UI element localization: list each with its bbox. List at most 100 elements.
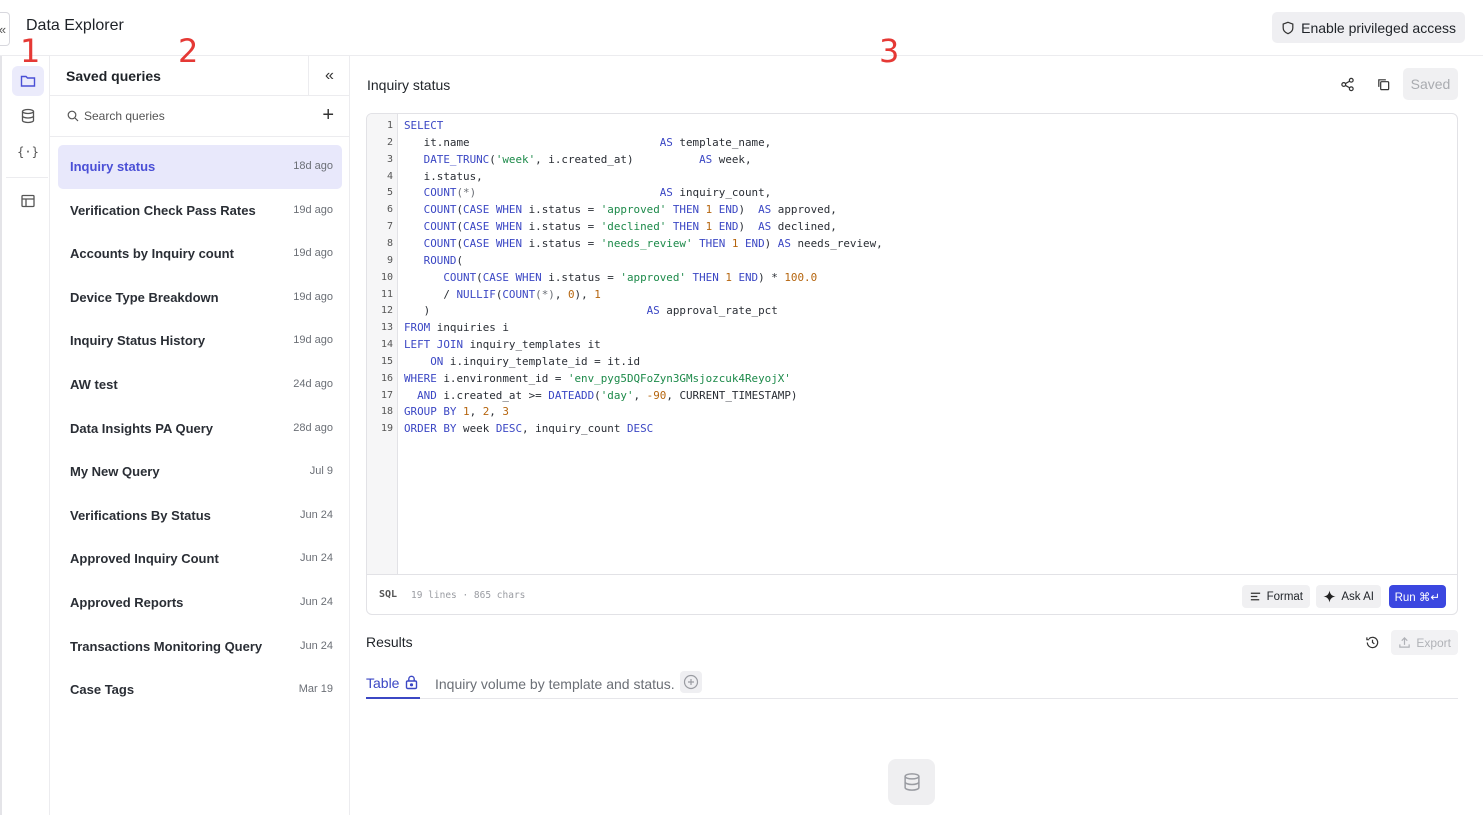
code-token: AS — [758, 203, 772, 217]
saved-query-item[interactable]: AW test 24d ago — [58, 363, 342, 407]
code-token: FROM — [404, 321, 431, 335]
collapse-panel-button[interactable]: « — [308, 56, 350, 96]
code-token: AS — [659, 186, 673, 200]
code-token: 'approved' — [600, 203, 667, 217]
export-button[interactable]: Export — [1391, 630, 1458, 655]
code-line: COUNT(CASE WHEN i.status = 'approved' TH… — [404, 271, 817, 284]
variables-nav-button[interactable]: {·} — [12, 137, 44, 167]
line-number: 9 — [386, 254, 393, 266]
saved-queries-nav-button[interactable] — [12, 66, 44, 96]
format-button[interactable]: Format — [1241, 585, 1310, 608]
code-token: AS — [699, 152, 713, 166]
code-token: ) — [738, 203, 759, 217]
saved-query-name: Approved Reports — [70, 594, 184, 610]
code-token: 'day' — [600, 388, 634, 402]
saved-query-item[interactable]: My New Query Jul 9 — [58, 450, 342, 494]
saved-query-name: Device Type Breakdown — [70, 289, 219, 305]
run-button[interactable]: Run ⌘↵ — [1388, 585, 1446, 608]
duplicate-button[interactable] — [1371, 72, 1395, 96]
share-button[interactable] — [1335, 72, 1359, 96]
privileged-access-label: Enable privileged access — [1301, 19, 1456, 36]
code-line: GROUP BY 1, 2, 3 — [404, 405, 509, 418]
code-line: it.name AS template_name, — [404, 135, 772, 149]
empty-results-placeholder — [888, 759, 935, 805]
line-number: 8 — [386, 237, 393, 249]
history-icon — [1365, 636, 1378, 648]
code-token: CASE WHEN — [482, 270, 542, 284]
saved-query-item[interactable]: Case Tags Mar 19 — [58, 668, 342, 712]
line-number: 11 — [380, 288, 393, 300]
code-token: 3 — [502, 405, 509, 419]
tab-table[interactable]: Table — [366, 668, 421, 699]
saved-button[interactable]: Saved — [1403, 68, 1458, 100]
line-number: 2 — [386, 136, 393, 148]
rail-divider — [6, 177, 48, 178]
code-token: inquiry_templates it — [463, 338, 601, 352]
search-input[interactable] — [84, 107, 304, 125]
code-token: CASE WHEN — [463, 203, 523, 217]
saved-query-date: 18d ago — [293, 160, 333, 172]
line-number: 10 — [380, 271, 393, 283]
app-title: Data Explorer — [26, 17, 124, 34]
saved-query-item[interactable]: Inquiry Status History 19d ago — [58, 319, 342, 363]
saved-query-item[interactable]: Approved Inquiry Count Jun 24 — [58, 537, 342, 581]
enable-privileged-access-button[interactable]: Enable privileged access — [1272, 12, 1465, 43]
line-number: 7 — [386, 221, 393, 233]
code-token: COUNT — [423, 220, 457, 234]
sql-editor[interactable]: 1 2 3 4 5 6 7 8 9 10 11 12 13 14 15 16 17 18 19 SELECT it.… — [366, 113, 1458, 615]
code-token: COUNT — [423, 186, 457, 200]
folder-icon — [20, 75, 36, 87]
dashboard-nav-button[interactable] — [12, 186, 44, 216]
history-button[interactable] — [1360, 630, 1384, 654]
expand-nav-button[interactable]: « — [0, 12, 10, 46]
add-tab-button[interactable] — [680, 671, 702, 693]
code-line: i.status, — [404, 170, 483, 183]
search-icon — [67, 110, 79, 122]
code-token: ORDER BY — [404, 422, 457, 436]
saved-query-item[interactable]: Verifications By Status Jun 24 — [58, 494, 342, 538]
saved-query-date: 19d ago — [293, 334, 333, 347]
code-line: ROUND( — [404, 254, 463, 267]
saved-query-item[interactable]: Inquiry status 18d ago — [58, 145, 342, 189]
code-token: (*) — [456, 186, 477, 200]
database-icon — [903, 773, 920, 791]
saved-query-item[interactable]: Device Type Breakdown 19d ago — [58, 276, 342, 320]
saved-query-date: 28d ago — [293, 421, 333, 434]
saved-query-name: Inquiry Status History — [70, 333, 206, 349]
saved-query-date: Mar 19 — [298, 683, 333, 696]
code-token: DESC — [495, 422, 523, 436]
saved-query-item[interactable]: Data Insights PA Query 28d ago — [58, 407, 342, 451]
code-token: approved, — [771, 203, 837, 217]
code-token: 'env_pyg5DQFoZyn3GMsjozcuk4ReyojX' — [567, 371, 791, 385]
add-query-button[interactable]: + — [322, 105, 334, 125]
code-token: week, — [712, 152, 752, 166]
saved-query-item[interactable]: Accounts by Inquiry count 19d ago — [58, 232, 342, 276]
saved-query-name: Transactions Monitoring Query — [70, 638, 263, 654]
search-bar: + — [50, 96, 350, 137]
code-token: , — [554, 287, 568, 301]
saved-queries-header: Saved queries « — [50, 56, 350, 96]
code-token: it.name — [404, 135, 660, 149]
saved-query-date: Jul 9 — [309, 465, 333, 478]
line-number: 19 — [380, 423, 393, 435]
code-token: 'approved' — [620, 270, 686, 284]
top-bar: « Data Explorer Enable privileged access — [0, 0, 1483, 56]
ask-ai-button[interactable]: Ask AI — [1316, 585, 1381, 608]
code-token: END — [731, 270, 759, 284]
code-token: (*) — [535, 287, 555, 301]
saved-query-date: Jun 24 — [299, 595, 333, 608]
code-token: ROUND — [423, 253, 457, 267]
code-token: i.status, — [404, 169, 483, 183]
line-number: 14 — [380, 339, 393, 351]
code-line: SELECT — [404, 119, 443, 132]
code-token: END — [712, 203, 739, 217]
code-token: -90 — [646, 388, 667, 402]
saved-query-item[interactable]: Transactions Monitoring Query Jun 24 — [58, 625, 342, 669]
schema-nav-button[interactable] — [12, 101, 44, 131]
saved-query-item[interactable]: Approved Reports Jun 24 — [58, 581, 342, 625]
saved-query-item[interactable]: Verification Check Pass Rates 19d ago — [58, 189, 342, 233]
chevrons-left-icon: « — [325, 67, 334, 84]
